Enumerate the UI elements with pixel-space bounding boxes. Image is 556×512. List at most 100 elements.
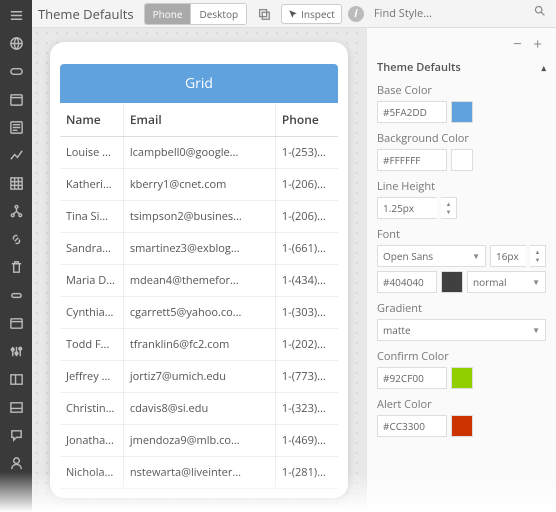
table-row[interactable]: Tina Si...tsimpson2@busines...1-(206)... [60,201,338,233]
form-icon[interactable] [7,118,25,136]
bg-color-label: Background Color [377,131,546,146]
cell-email: smartinez3@exblog... [123,233,275,265]
cell-name: Cynthia... [60,297,123,329]
globe-icon[interactable] [7,34,25,52]
cell-name: Katheri... [60,169,123,201]
cell-phone: 1-(434)... [275,265,338,297]
duplicate-icon[interactable] [253,3,275,25]
tag-icon[interactable] [7,286,25,304]
cell-email: lcampbell0@google... [123,137,275,169]
section-header[interactable]: Theme Defaults ▴ [377,60,546,75]
table-row[interactable]: Louise ...lcampbell0@google...1-(253)... [60,137,338,169]
page-title: Theme Defaults [38,5,134,23]
sliders-icon[interactable] [7,342,25,360]
cell-email: kberry1@cnet.com [123,169,275,201]
cell-phone: 1-(323)... [275,393,338,425]
table-row[interactable]: Maria D...mdean4@themefor...1-(434)... [60,265,338,297]
design-canvas: Grid Name Email Phone Louise ...lcampbel… [32,28,366,512]
window-icon[interactable] [7,370,25,388]
cell-name: Tina Si... [60,201,123,233]
link-icon[interactable] [7,230,25,248]
cell-email: tfranklin6@fc2.com [123,329,275,361]
confirm-color-swatch[interactable] [451,367,473,389]
chart-icon[interactable] [7,146,25,164]
table-row[interactable]: Nichola...nstewarta@liveinter...1-(281).… [60,457,338,489]
inspect-button[interactable]: Inspect [281,4,342,24]
col-phone[interactable]: Phone [275,103,338,137]
confirm-color-input[interactable] [377,367,447,389]
table-row[interactable]: Christin...cdavis8@si.edu1-(323)... [60,393,338,425]
search-wrap [370,2,550,25]
cell-phone: 1-(206)... [275,169,338,201]
confirm-color-label: Confirm Color [377,349,546,364]
cell-email: tsimpson2@busines... [123,201,275,233]
cell-phone: 1-(661)... [275,233,338,265]
tree-icon[interactable] [7,202,25,220]
table-row[interactable]: Todd F...tfranklin6@fc2.com1-(202)... [60,329,338,361]
cell-name: Louise ... [60,137,123,169]
user-icon[interactable] [7,454,25,472]
cell-phone: 1-(469)... [275,425,338,457]
grid-header: Grid [60,64,338,103]
line-height-stepper[interactable]: ▲▼ [441,197,457,219]
cell-email: cgarrett5@yahoo.co... [123,297,275,329]
base-color-label: Base Color [377,83,546,98]
cell-phone: 1-(202)... [275,329,338,361]
cell-name: Maria D... [60,265,123,297]
chat-icon[interactable] [7,426,25,444]
alert-color-swatch[interactable] [451,415,473,437]
trash-icon[interactable] [7,258,25,276]
seg-phone[interactable]: Phone [145,4,191,24]
table-row[interactable]: Sandra...smartinez3@exblog...1-(661)... [60,233,338,265]
alert-color-input[interactable] [377,415,447,437]
window2-icon[interactable] [7,398,25,416]
font-color-swatch[interactable] [441,271,463,293]
panel-icon[interactable] [7,314,25,332]
cell-phone: 1-(303)... [275,297,338,329]
info-icon[interactable]: i [348,6,364,22]
table-row[interactable]: Katheri...kberry1@cnet.com1-(206)... [60,169,338,201]
bg-color-input[interactable] [377,149,447,171]
table-row[interactable]: Jonatha...jmendoza9@mlb.co...1-(469)... [60,425,338,457]
font-size-input[interactable] [490,245,526,267]
gradient-select[interactable]: matte▼ [377,319,546,341]
cell-email: cdavis8@si.edu [123,393,275,425]
cell-email: jortiz7@umich.edu [123,361,275,393]
grid-icon[interactable] [7,174,25,192]
search-icon[interactable] [533,4,546,21]
cell-name: Christin... [60,393,123,425]
menu-icon[interactable] [7,6,25,24]
phone-frame: Grid Name Email Phone Louise ...lcampbel… [50,42,348,498]
base-color-input[interactable] [377,101,447,123]
cell-name: Jeffrey ... [60,361,123,393]
cell-phone: 1-(253)... [275,137,338,169]
cell-phone: 1-(206)... [275,201,338,233]
table-row[interactable]: Jeffrey ...jortiz7@umich.edu1-(773)... [60,361,338,393]
seg-desktop[interactable]: Desktop [190,4,246,24]
collapse-expand[interactable]: − + [377,34,546,54]
bg-color-swatch[interactable] [451,149,473,171]
pill-icon[interactable] [7,62,25,80]
alert-color-label: Alert Color [377,397,546,412]
col-email[interactable]: Email [123,103,275,137]
top-toolbar: Theme Defaults Phone Desktop Inspect i [32,0,556,28]
col-name[interactable]: Name [60,103,123,137]
cell-name: Todd F... [60,329,123,361]
calendar-icon[interactable] [7,90,25,108]
data-grid[interactable]: Name Email Phone Louise ...lcampbell0@go… [60,103,338,489]
line-height-input[interactable] [377,197,437,219]
base-color-swatch[interactable] [451,101,473,123]
line-height-label: Line Height [377,179,546,194]
font-color-input[interactable] [377,271,437,293]
chevron-up-icon: ▴ [541,61,546,74]
gradient-label: Gradient [377,301,546,316]
font-family-select[interactable]: Open Sans▼ [377,245,486,267]
cell-phone: 1-(773)... [275,361,338,393]
cell-name: Nichola... [60,457,123,489]
font-weight-select[interactable]: normal▼ [467,271,546,293]
table-row[interactable]: Cynthia...cgarrett5@yahoo.co...1-(303)..… [60,297,338,329]
cell-email: jmendoza9@mlb.co... [123,425,275,457]
device-segmented: Phone Desktop [144,3,248,25]
font-size-stepper[interactable]: ▲▼ [530,245,546,267]
search-input[interactable] [370,2,550,25]
